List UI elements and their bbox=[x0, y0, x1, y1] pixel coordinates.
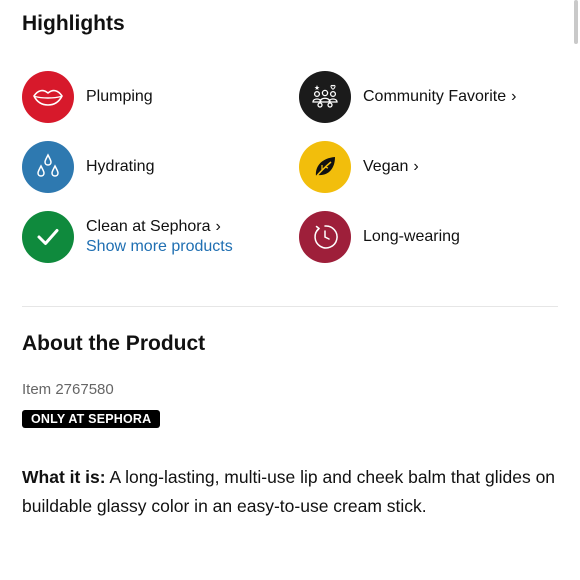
chevron-right-icon: › bbox=[215, 218, 221, 235]
exclusive-badge: ONLY AT SEPHORA bbox=[22, 410, 161, 428]
product-description: What it is: A long-lasting, multi-use li… bbox=[22, 463, 562, 521]
highlight-clean-at-sephora[interactable]: Clean at Sephora › Show more products bbox=[22, 211, 233, 263]
scrollbar[interactable] bbox=[574, 0, 578, 44]
highlight-community-favorite[interactable]: Community Favorite › bbox=[299, 71, 516, 123]
divider bbox=[22, 306, 558, 307]
water-drops-icon bbox=[22, 141, 74, 193]
item-number: Item 2767580 bbox=[22, 381, 114, 398]
highlight-label: Long-wearing bbox=[363, 228, 460, 245]
leaf-icon bbox=[299, 141, 351, 193]
highlights-title: Highlights bbox=[22, 12, 125, 35]
highlight-label: Plumping bbox=[86, 88, 153, 105]
chevron-right-icon: › bbox=[511, 88, 517, 105]
highlight-label: Clean at Sephora bbox=[86, 218, 211, 235]
clock-icon bbox=[299, 211, 351, 263]
about-product-title: About the Product bbox=[22, 332, 206, 355]
highlight-hydrating: Hydrating bbox=[22, 141, 154, 193]
highlight-label: Community Favorite bbox=[363, 88, 507, 105]
community-icon bbox=[299, 71, 351, 123]
highlight-label: Hydrating bbox=[86, 158, 155, 175]
show-more-products-link[interactable]: Show more products bbox=[86, 237, 233, 257]
lips-icon bbox=[22, 71, 74, 123]
highlight-plumping: Plumping bbox=[22, 71, 153, 123]
highlight-vegan[interactable]: Vegan › bbox=[299, 141, 419, 193]
checkmark-icon bbox=[22, 211, 74, 263]
highlight-long-wearing: Long-wearing bbox=[299, 211, 460, 263]
description-label: What it is: bbox=[22, 467, 106, 487]
highlight-label: Vegan bbox=[363, 158, 409, 175]
chevron-right-icon: › bbox=[413, 158, 419, 175]
